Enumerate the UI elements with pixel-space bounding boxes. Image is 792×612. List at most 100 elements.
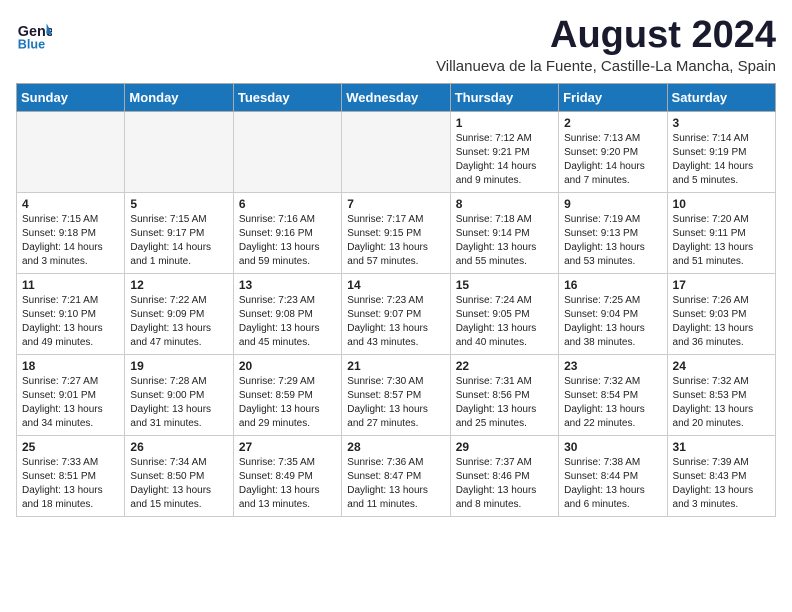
day-info: Sunrise: 7:34 AM Sunset: 8:50 PM Dayligh… [130, 456, 227, 512]
day-info: Sunrise: 7:24 AM Sunset: 9:05 PM Dayligh… [456, 294, 553, 350]
day-info: Sunrise: 7:23 AM Sunset: 9:08 PM Dayligh… [239, 294, 336, 350]
calendar-cell: 24 Sunrise: 7:32 AM Sunset: 8:53 PM Dayli… [667, 355, 775, 436]
day-info: Sunrise: 7:39 AM Sunset: 8:43 PM Dayligh… [673, 456, 770, 512]
day-info: Sunrise: 7:35 AM Sunset: 8:49 PM Dayligh… [239, 456, 336, 512]
day-number: 30 [564, 440, 661, 454]
title-block: August 2024 Villanueva de la Fuente, Cas… [436, 16, 776, 75]
calendar-cell: 6Sunrise: 7:16 AM Sunset: 9:16 PM Daylig… [233, 193, 341, 274]
day-info: Sunrise: 7:17 AM Sunset: 9:15 PM Dayligh… [347, 213, 444, 269]
day-info: Sunrise: 7:28 AM Sunset: 9:00 PM Dayligh… [130, 375, 227, 431]
calendar-cell: 25 Sunrise: 7:33 AM Sunset: 8:51 PM Dayli… [17, 436, 125, 517]
day-info: Sunrise: 7:26 AM Sunset: 9:03 PM Dayligh… [673, 294, 770, 350]
week-row-1: 1 Sunrise: 7:12 AM Sunset: 9:21 PM Daylig… [17, 112, 776, 193]
calendar-cell [233, 112, 341, 193]
calendar-cell: 7Sunrise: 7:17 AM Sunset: 9:15 PM Daylig… [342, 193, 450, 274]
calendar-cell: 11 Sunrise: 7:21 AM Sunset: 9:10 PM Dayli… [17, 274, 125, 355]
day-number: 18 [22, 359, 119, 373]
calendar-cell: 12 Sunrise: 7:22 AM Sunset: 9:09 PM Dayli… [125, 274, 233, 355]
calendar-cell: 8Sunrise: 7:18 AM Sunset: 9:14 PM Daylig… [450, 193, 558, 274]
day-info: Sunrise: 7:36 AM Sunset: 8:47 PM Dayligh… [347, 456, 444, 512]
calendar-cell: 2 Sunrise: 7:13 AM Sunset: 9:20 PM Daylig… [559, 112, 667, 193]
day-info: Sunrise: 7:29 AM Sunset: 8:59 PM Dayligh… [239, 375, 336, 431]
week-row-4: 18Sunrise: 7:27 AM Sunset: 9:01 PM Dayli… [17, 355, 776, 436]
weekday-header-monday: Monday [125, 84, 233, 112]
calendar-cell: 4 Sunrise: 7:15 AM Sunset: 9:18 PM Daylig… [17, 193, 125, 274]
day-info: Sunrise: 7:32 AM Sunset: 8:53 PM Dayligh… [673, 375, 770, 431]
calendar-cell: 18Sunrise: 7:27 AM Sunset: 9:01 PM Dayli… [17, 355, 125, 436]
day-number: 3 [673, 116, 770, 130]
calendar-cell: 3 Sunrise: 7:14 AM Sunset: 9:19 PM Daylig… [667, 112, 775, 193]
calendar-cell: 19 Sunrise: 7:28 AM Sunset: 9:00 PM Dayli… [125, 355, 233, 436]
weekday-header-friday: Friday [559, 84, 667, 112]
day-number: 25 [22, 440, 119, 454]
day-info: Sunrise: 7:21 AM Sunset: 9:10 PM Dayligh… [22, 294, 119, 350]
day-number: 4 [22, 197, 119, 211]
day-number: 9 [564, 197, 661, 211]
day-info: Sunrise: 7:20 AM Sunset: 9:11 PM Dayligh… [673, 213, 770, 269]
day-info: Sunrise: 7:22 AM Sunset: 9:09 PM Dayligh… [130, 294, 227, 350]
day-info: Sunrise: 7:31 AM Sunset: 8:56 PM Dayligh… [456, 375, 553, 431]
day-info: Sunrise: 7:14 AM Sunset: 9:19 PM Dayligh… [673, 132, 770, 188]
week-row-5: 25 Sunrise: 7:33 AM Sunset: 8:51 PM Dayli… [17, 436, 776, 517]
day-number: 20 [239, 359, 336, 373]
day-info: Sunrise: 7:16 AM Sunset: 9:16 PM Dayligh… [239, 213, 336, 269]
calendar-cell: 22 Sunrise: 7:31 AM Sunset: 8:56 PM Dayli… [450, 355, 558, 436]
day-number: 19 [130, 359, 227, 373]
calendar-cell: 31Sunrise: 7:39 AM Sunset: 8:43 PM Dayli… [667, 436, 775, 517]
day-number: 2 [564, 116, 661, 130]
calendar-subtitle: Villanueva de la Fuente, Castille-La Man… [436, 58, 776, 75]
day-info: Sunrise: 7:15 AM Sunset: 9:18 PM Dayligh… [22, 213, 119, 269]
weekday-header-wednesday: Wednesday [342, 84, 450, 112]
day-info: Sunrise: 7:23 AM Sunset: 9:07 PM Dayligh… [347, 294, 444, 350]
calendar-cell [125, 112, 233, 193]
week-row-2: 4 Sunrise: 7:15 AM Sunset: 9:18 PM Daylig… [17, 193, 776, 274]
weekday-header-tuesday: Tuesday [233, 84, 341, 112]
calendar-cell: 30Sunrise: 7:38 AM Sunset: 8:44 PM Dayli… [559, 436, 667, 517]
calendar-cell: 15 Sunrise: 7:24 AM Sunset: 9:05 PM Dayli… [450, 274, 558, 355]
day-number: 29 [456, 440, 553, 454]
day-number: 23 [564, 359, 661, 373]
calendar-cell: 28 Sunrise: 7:36 AM Sunset: 8:47 PM Dayli… [342, 436, 450, 517]
page-header: General Blue August 2024 Villanueva de l… [16, 16, 776, 75]
day-number: 11 [22, 278, 119, 292]
day-number: 28 [347, 440, 444, 454]
calendar-cell: 9 Sunrise: 7:19 AM Sunset: 9:13 PM Daylig… [559, 193, 667, 274]
logo-icon: General Blue [16, 16, 52, 52]
svg-text:Blue: Blue [18, 37, 45, 51]
calendar-table: SundayMondayTuesdayWednesdayThursdayFrid… [16, 83, 776, 517]
day-info: Sunrise: 7:18 AM Sunset: 9:14 PM Dayligh… [456, 213, 553, 269]
day-number: 12 [130, 278, 227, 292]
day-info: Sunrise: 7:37 AM Sunset: 8:46 PM Dayligh… [456, 456, 553, 512]
day-info: Sunrise: 7:33 AM Sunset: 8:51 PM Dayligh… [22, 456, 119, 512]
calendar-cell: 20 Sunrise: 7:29 AM Sunset: 8:59 PM Dayli… [233, 355, 341, 436]
day-info: Sunrise: 7:19 AM Sunset: 9:13 PM Dayligh… [564, 213, 661, 269]
weekday-header-sunday: Sunday [17, 84, 125, 112]
day-info: Sunrise: 7:15 AM Sunset: 9:17 PM Dayligh… [130, 213, 227, 269]
day-number: 24 [673, 359, 770, 373]
calendar-cell: 5Sunrise: 7:15 AM Sunset: 9:17 PM Daylig… [125, 193, 233, 274]
day-info: Sunrise: 7:32 AM Sunset: 8:54 PM Dayligh… [564, 375, 661, 431]
weekday-header-row: SundayMondayTuesdayWednesdayThursdayFrid… [17, 84, 776, 112]
day-number: 26 [130, 440, 227, 454]
calendar-cell: 10 Sunrise: 7:20 AM Sunset: 9:11 PM Dayli… [667, 193, 775, 274]
calendar-cell [342, 112, 450, 193]
day-number: 14 [347, 278, 444, 292]
calendar-cell: 13Sunrise: 7:23 AM Sunset: 9:08 PM Dayli… [233, 274, 341, 355]
day-info: Sunrise: 7:13 AM Sunset: 9:20 PM Dayligh… [564, 132, 661, 188]
calendar-cell: 14 Sunrise: 7:23 AM Sunset: 9:07 PM Dayli… [342, 274, 450, 355]
calendar-cell: 29 Sunrise: 7:37 AM Sunset: 8:46 PM Dayli… [450, 436, 558, 517]
calendar-cell: 16Sunrise: 7:25 AM Sunset: 9:04 PM Dayli… [559, 274, 667, 355]
calendar-cell: 23 Sunrise: 7:32 AM Sunset: 8:54 PM Dayli… [559, 355, 667, 436]
calendar-cell: 17 Sunrise: 7:26 AM Sunset: 9:03 PM Dayli… [667, 274, 775, 355]
day-number: 17 [673, 278, 770, 292]
calendar-cell: 26 Sunrise: 7:34 AM Sunset: 8:50 PM Dayli… [125, 436, 233, 517]
day-info: Sunrise: 7:12 AM Sunset: 9:21 PM Dayligh… [456, 132, 553, 188]
logo: General Blue [16, 16, 52, 52]
day-number: 15 [456, 278, 553, 292]
day-number: 1 [456, 116, 553, 130]
day-number: 22 [456, 359, 553, 373]
calendar-cell: 27Sunrise: 7:35 AM Sunset: 8:49 PM Dayli… [233, 436, 341, 517]
day-number: 10 [673, 197, 770, 211]
day-number: 16 [564, 278, 661, 292]
day-number: 21 [347, 359, 444, 373]
